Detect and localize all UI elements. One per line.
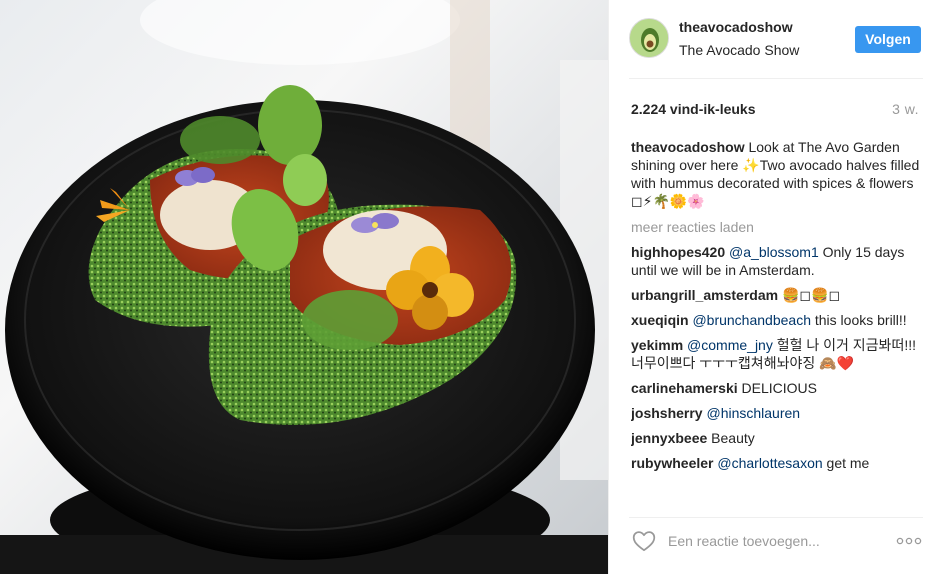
avocado-logo-icon — [630, 19, 668, 57]
comment-username[interactable]: carlinehamerski — [631, 380, 738, 396]
post-author-username[interactable]: theavocadoshow — [679, 19, 793, 35]
comment-text: this looks brill!! — [810, 312, 907, 328]
comment-mention[interactable]: @a_blossom1 — [729, 244, 819, 260]
more-options-button[interactable] — [894, 532, 924, 550]
comment-text: 🍔◻🍔◻ — [781, 287, 841, 303]
comment-item: yekimm @comme_jny 헐헐 나 이거 지금봐떠!!! 너무이쁘다 … — [631, 336, 923, 372]
comment-username[interactable]: xueqiqin — [631, 312, 689, 328]
comment-text: get me — [822, 455, 870, 471]
comment-item: carlinehamerski DELICIOUS — [631, 379, 923, 397]
post-timestamp[interactable]: 3 w. — [892, 101, 919, 117]
comment-item: highhopes420 @a_blossom1 Only 15 days un… — [631, 243, 923, 279]
comment-text: DELICIOUS — [741, 380, 817, 396]
comment-item: joshsherry @hinschlauren — [631, 404, 923, 422]
instagram-post: theavocadoshow The Avocado Show Volgen 2… — [0, 0, 943, 574]
avatar[interactable] — [629, 18, 669, 58]
comment-mention[interactable]: @charlottesaxon — [717, 455, 822, 471]
comment-username[interactable]: joshsherry — [631, 405, 703, 421]
post-side-panel: theavocadoshow The Avocado Show Volgen 2… — [608, 0, 943, 574]
comment-username[interactable]: rubywheeler — [631, 455, 713, 471]
comment-mention[interactable]: @comme_jny — [687, 337, 773, 353]
post-photo[interactable] — [0, 0, 608, 574]
follow-button[interactable]: Volgen — [855, 26, 921, 53]
comments-list[interactable]: theavocadoshow Look at The Avo Garden sh… — [631, 138, 923, 506]
comment-item: jennyxbeee Beauty — [631, 429, 923, 447]
header-divider — [629, 78, 923, 79]
likes-count[interactable]: 2.224 vind-ik-leuks — [631, 101, 756, 117]
comment-item: urbangrill_amsterdam 🍔◻🍔◻ — [631, 286, 923, 304]
load-more-comments-link[interactable]: meer reacties laden — [631, 218, 923, 236]
comment-text: Beauty — [711, 430, 755, 446]
add-comment-input[interactable] — [668, 529, 878, 553]
comment-mention[interactable]: @brunchandbeach — [692, 312, 811, 328]
comment-username[interactable]: highhopes420 — [631, 244, 725, 260]
caption-username[interactable]: theavocadoshow — [631, 139, 745, 155]
more-horizontal-icon — [896, 537, 922, 545]
post-author-fullname: The Avocado Show — [679, 42, 800, 58]
heart-outline-icon — [632, 531, 656, 552]
post-header: theavocadoshow The Avocado Show Volgen — [609, 0, 943, 79]
comment-username[interactable]: yekimm — [631, 337, 683, 353]
comment-username[interactable]: urbangrill_amsterdam — [631, 287, 778, 303]
avocado-dish-image — [0, 0, 608, 574]
comment-mention[interactable]: @hinschlauren — [706, 405, 800, 421]
comment-item: xueqiqin @brunchandbeach this looks bril… — [631, 311, 923, 329]
like-button[interactable] — [631, 528, 657, 554]
caption: theavocadoshow Look at The Avo Garden sh… — [631, 138, 923, 210]
comment-box-divider — [629, 517, 923, 518]
comment-item: rubywheeler @charlottesaxon get me — [631, 454, 923, 472]
comment-username[interactable]: jennyxbeee — [631, 430, 707, 446]
